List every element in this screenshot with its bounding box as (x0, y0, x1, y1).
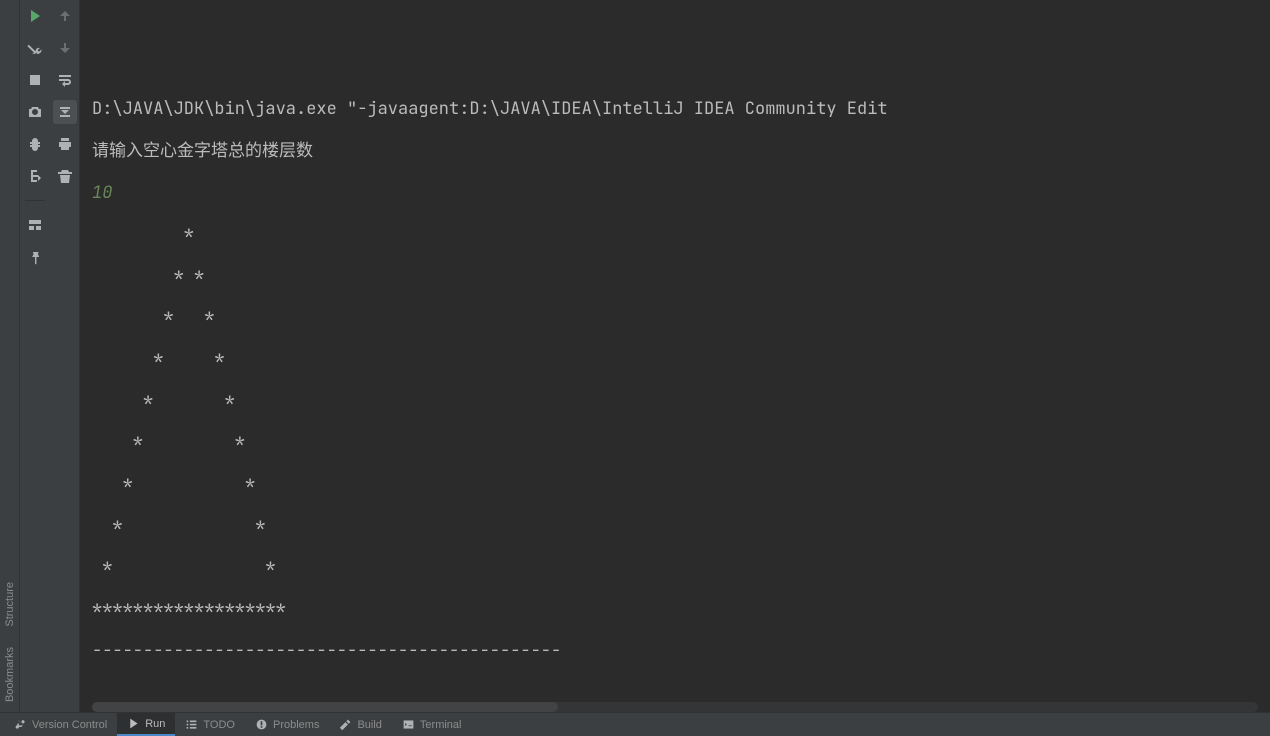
run-toolbar-column-1 (20, 0, 50, 712)
pin-button[interactable] (23, 245, 47, 269)
exit-button[interactable] (23, 164, 47, 188)
print-icon (57, 136, 73, 152)
console-output-area[interactable]: D:\JAVA\JDK\bin\java.exe "-javaagent:D:\… (80, 0, 1270, 712)
scroll-to-end-icon (57, 104, 73, 120)
run-label: Run (145, 718, 165, 730)
warning-icon (255, 718, 268, 731)
left-vertical-sidebar: Structure Bookmarks (0, 0, 20, 712)
terminal-icon (402, 718, 415, 731)
branch-icon (14, 718, 27, 731)
structure-tab[interactable]: Structure (4, 582, 16, 627)
console-content: D:\JAVA\JDK\bin\java.exe "-javaagent:D:\… (92, 6, 1258, 712)
list-icon (185, 718, 198, 731)
arrow-up-icon (57, 8, 73, 24)
pin-icon (27, 249, 43, 265)
play-icon (27, 8, 43, 24)
pyramid-line: * * (92, 297, 1258, 339)
build-tab[interactable]: Build (329, 713, 391, 736)
trash-icon (57, 168, 73, 184)
pyramid-line: * * (92, 547, 1258, 589)
bug-icon (27, 136, 43, 152)
wrench-icon (27, 40, 43, 56)
command-line: D:\JAVA\JDK\bin\java.exe "-javaagent:D:\… (92, 89, 1258, 131)
print-button[interactable] (53, 132, 77, 156)
play-icon (127, 717, 140, 730)
pyramid-line: * * (92, 381, 1258, 423)
bottom-tool-bar: Version Control Run TODO Problems Build … (0, 712, 1270, 736)
soft-wrap-icon (57, 72, 73, 88)
scroll-to-end-button[interactable] (53, 100, 77, 124)
terminal-tab[interactable]: Terminal (392, 713, 472, 736)
soft-wrap-button[interactable] (53, 68, 77, 92)
arrow-up-button[interactable] (53, 4, 77, 28)
build-label: Build (357, 719, 381, 731)
todo-label: TODO (203, 719, 235, 731)
user-input-line: 10 (92, 173, 1258, 215)
problems-label: Problems (273, 719, 319, 731)
layout-icon (27, 217, 43, 233)
bookmarks-tab[interactable]: Bookmarks (4, 647, 16, 702)
wrench-button[interactable] (23, 36, 47, 60)
trash-button[interactable] (53, 164, 77, 188)
pyramid-line: ******************* (92, 589, 1258, 631)
run-tab[interactable]: Run (117, 713, 175, 736)
hammer-icon (339, 718, 352, 731)
camera-icon (27, 104, 43, 120)
version-control-label: Version Control (32, 719, 107, 731)
terminal-label: Terminal (420, 719, 462, 731)
bug-button[interactable] (23, 132, 47, 156)
version-control-tab[interactable]: Version Control (4, 713, 117, 736)
run-button[interactable] (23, 4, 47, 28)
camera-button[interactable] (23, 100, 47, 124)
stop-button[interactable] (23, 68, 47, 92)
layout-button[interactable] (23, 213, 47, 237)
scrollbar-thumb[interactable] (92, 702, 558, 712)
horizontal-scrollbar[interactable] (92, 702, 1258, 712)
stop-icon (27, 72, 43, 88)
run-toolbar-column-2 (50, 0, 80, 712)
separator (25, 200, 45, 201)
pyramid-line: * * (92, 464, 1258, 506)
prompt-line: 请输入空心金字塔总的楼层数 (92, 131, 1258, 173)
pyramid-line: * * (92, 256, 1258, 298)
todo-tab[interactable]: TODO (175, 713, 245, 736)
arrow-down-button[interactable] (53, 36, 77, 60)
pyramid-line: * * (92, 339, 1258, 381)
pyramid-line: * * (92, 422, 1258, 464)
separator-line: ----------------------------------------… (92, 631, 1258, 673)
arrow-down-icon (57, 40, 73, 56)
exit-icon (27, 168, 43, 184)
pyramid-line: * * (92, 506, 1258, 548)
pyramid-line: * (92, 214, 1258, 256)
problems-tab[interactable]: Problems (245, 713, 329, 736)
